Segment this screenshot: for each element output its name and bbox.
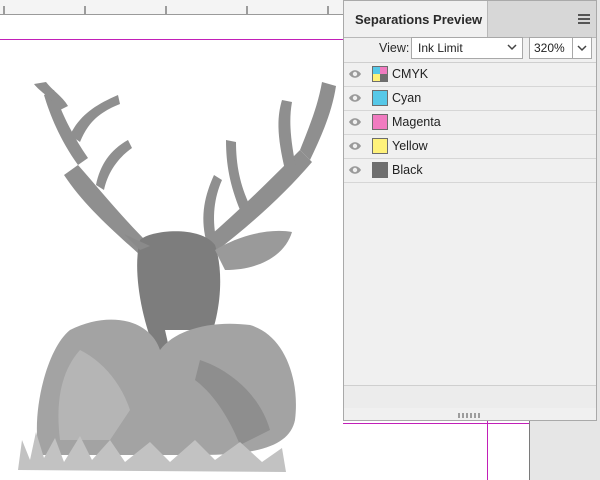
tab-separations-preview[interactable]: Separations Preview <box>344 1 488 37</box>
separation-row-magenta[interactable]: Magenta <box>344 111 596 135</box>
view-label: View: <box>379 41 410 55</box>
separations-preview-panel: Separations Preview View: Ink Limit 320%… <box>343 0 597 421</box>
separation-row-cmyk[interactable]: CMYK <box>344 63 596 87</box>
margin-guide-bottom <box>343 423 530 424</box>
eye-icon[interactable] <box>348 67 362 81</box>
resize-grip-icon[interactable] <box>458 413 482 418</box>
eye-icon[interactable] <box>348 163 362 177</box>
black-swatch <box>372 162 388 178</box>
cyan-swatch <box>372 90 388 106</box>
separation-label: Cyan <box>392 91 422 105</box>
separation-row-cyan[interactable]: Cyan <box>344 87 596 111</box>
separation-row-yellow[interactable]: Yellow <box>344 135 596 159</box>
ink-limit-field[interactable]: 320% <box>529 37 573 59</box>
eye-icon[interactable] <box>348 115 362 129</box>
view-value: Ink Limit <box>418 41 463 55</box>
chevron-down-icon <box>577 45 587 52</box>
ink-limit-value: 320% <box>534 41 565 55</box>
chevron-down-icon <box>507 44 517 51</box>
page-edge <box>529 420 530 480</box>
panel-title: Separations Preview <box>355 11 483 27</box>
margin-guide-right <box>487 420 488 480</box>
ink-limit-dropdown-button[interactable] <box>572 37 592 59</box>
separation-label: Yellow <box>392 139 428 153</box>
separation-label: Magenta <box>392 115 441 129</box>
yellow-swatch <box>372 138 388 154</box>
stag-artwork <box>18 82 336 472</box>
view-dropdown[interactable]: Ink Limit <box>411 37 523 59</box>
eye-icon[interactable] <box>348 91 362 105</box>
panel-footer <box>344 386 596 408</box>
separation-label: CMYK <box>392 67 429 81</box>
cmyk-swatch-icon <box>372 66 388 82</box>
separation-row-black[interactable]: Black <box>344 159 596 183</box>
magenta-swatch <box>372 114 388 130</box>
panel-menu-icon[interactable] <box>578 14 590 24</box>
eye-icon[interactable] <box>348 139 362 153</box>
separations-list: CMYK Cyan Magenta Yellow Black <box>344 63 596 183</box>
separation-label: Black <box>392 163 423 177</box>
panel-tabbar: Separations Preview <box>344 1 596 38</box>
